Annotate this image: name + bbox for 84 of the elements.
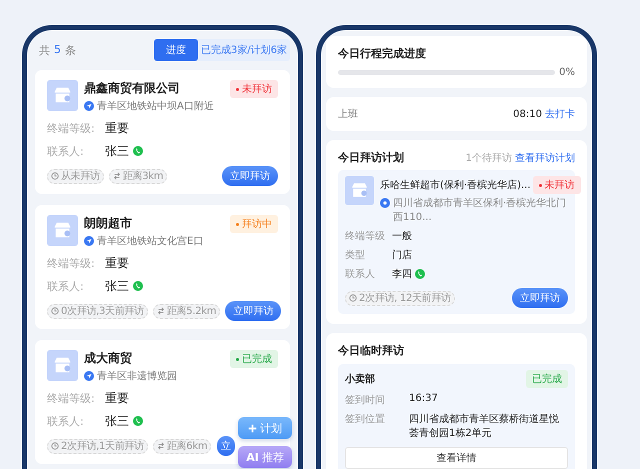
visit-name: 小卖部 [345,372,375,386]
field-value: 门店 [392,248,412,262]
segment-tab[interactable]: 进度 [154,39,198,61]
route-icon [156,307,165,315]
field-label: 终端等级: [47,120,96,136]
field-value: 李四 [392,268,412,281]
tag-text: 距离5.2km [166,304,216,318]
field-label: 联系人 [345,268,376,281]
checkin-label: 上班 [338,108,358,121]
location-icon [84,236,94,246]
location-icon [380,198,390,208]
progress-reading: 0% [559,67,575,78]
card-title: 今日临时拜访 [338,343,405,358]
field-label: 签到位置 [345,412,386,427]
status-badge: 未拜访 [230,80,278,98]
card-title: 今日行程完成进度 [338,46,427,61]
store-icon [345,176,374,205]
store-address: 青羊区非遗博览园 [97,370,177,383]
field-label: 联系人: [47,144,85,158]
location-icon [84,101,94,111]
phone-icon[interactable] [133,416,143,426]
store-icon [47,215,78,246]
tag-text: 0次拜访,3天前拜访 [61,304,144,318]
field-label: 联系人: [47,278,85,294]
clock-icon [349,294,357,302]
pending-count: 1个待拜访 [466,152,512,164]
checkin-link[interactable]: 去打卡 [545,107,575,121]
store-icon [47,350,78,381]
field-value: 张三 [105,278,129,294]
field-value: 四川省成都市青羊区蔡桥街道星悦荟青创园1栋2单元 [409,412,560,440]
field-value: 重要 [105,120,129,136]
plus-icon [248,424,257,432]
status-badge: 已完成 [526,370,568,388]
store-icon [47,80,78,111]
store-name: 鼎鑫商贸有限公司 [84,80,181,97]
total-count: 5 [54,42,61,58]
store-name: 朗朗超市 [84,215,133,232]
visit-button[interactable]: 立 [217,436,235,456]
field-value: 16:37 [409,393,439,406]
store-name: 乐哈生鲜超市(保利·香槟光华店)... [380,178,531,192]
tag-text: 从未拜访 [61,170,100,183]
field-value: 张三 [105,412,129,430]
visit-button[interactable]: 立即拜访 [512,288,568,308]
clock-icon [51,172,59,180]
field-label: 终端等级: [47,390,96,406]
tag-text: 距离3km [122,170,164,183]
phone-icon[interactable] [415,269,425,279]
phone-icon[interactable] [133,146,143,156]
field-value: 重要 [105,254,129,272]
field-label: 签到时间 [345,394,386,407]
field-value: 重要 [105,390,129,406]
clock-icon [51,307,59,315]
card-title: 今日拜访计划 [338,150,404,165]
clock-icon [51,442,59,450]
location-icon [84,371,94,381]
visit-button[interactable]: 立即拜访 [225,301,282,321]
floating-button[interactable]: 计划 [238,417,292,439]
store-address: 四川省成都市青羊区保利·香槟光华北门西110... [393,196,568,224]
status-badge: 已完成 [230,350,278,368]
floating-button[interactable]: AI 推荐 [238,446,292,468]
tag-text: 2次拜访, 12天前拜访 [359,292,451,305]
field-label: 终端等级 [345,230,386,243]
total-label: 条 [65,42,76,58]
total-label: 共 [39,42,50,58]
field-value: 张三 [105,142,129,160]
tag-text: 距离6km [166,440,208,453]
status-badge: 未拜访 [532,176,581,194]
route-icon [156,442,165,450]
plan-link[interactable]: 查看拜访计划 [515,150,575,164]
phone-icon[interactable] [133,281,143,291]
store-name: 成大商贸 [84,350,133,367]
visit-button[interactable]: 立即拜访 [222,166,278,186]
field-label: 终端等级: [47,256,96,270]
status-badge: 拜访中 [230,215,278,233]
field-label: 类型 [345,248,366,262]
field-value: 一般 [392,230,412,243]
segment-tab[interactable]: 已完成3家/计划6家 [198,39,290,61]
store-address: 青羊区地铁站中坝A口附近 [97,100,214,113]
checkin-time: 08:10 [513,108,542,120]
tag-text: 2次拜访,1天前拜访 [61,440,144,453]
store-address: 青羊区地铁站文化宫E口 [97,234,204,248]
route-icon [112,172,121,180]
details-button[interactable]: 查看详情 [345,447,568,469]
field-label: 联系人: [47,414,85,428]
